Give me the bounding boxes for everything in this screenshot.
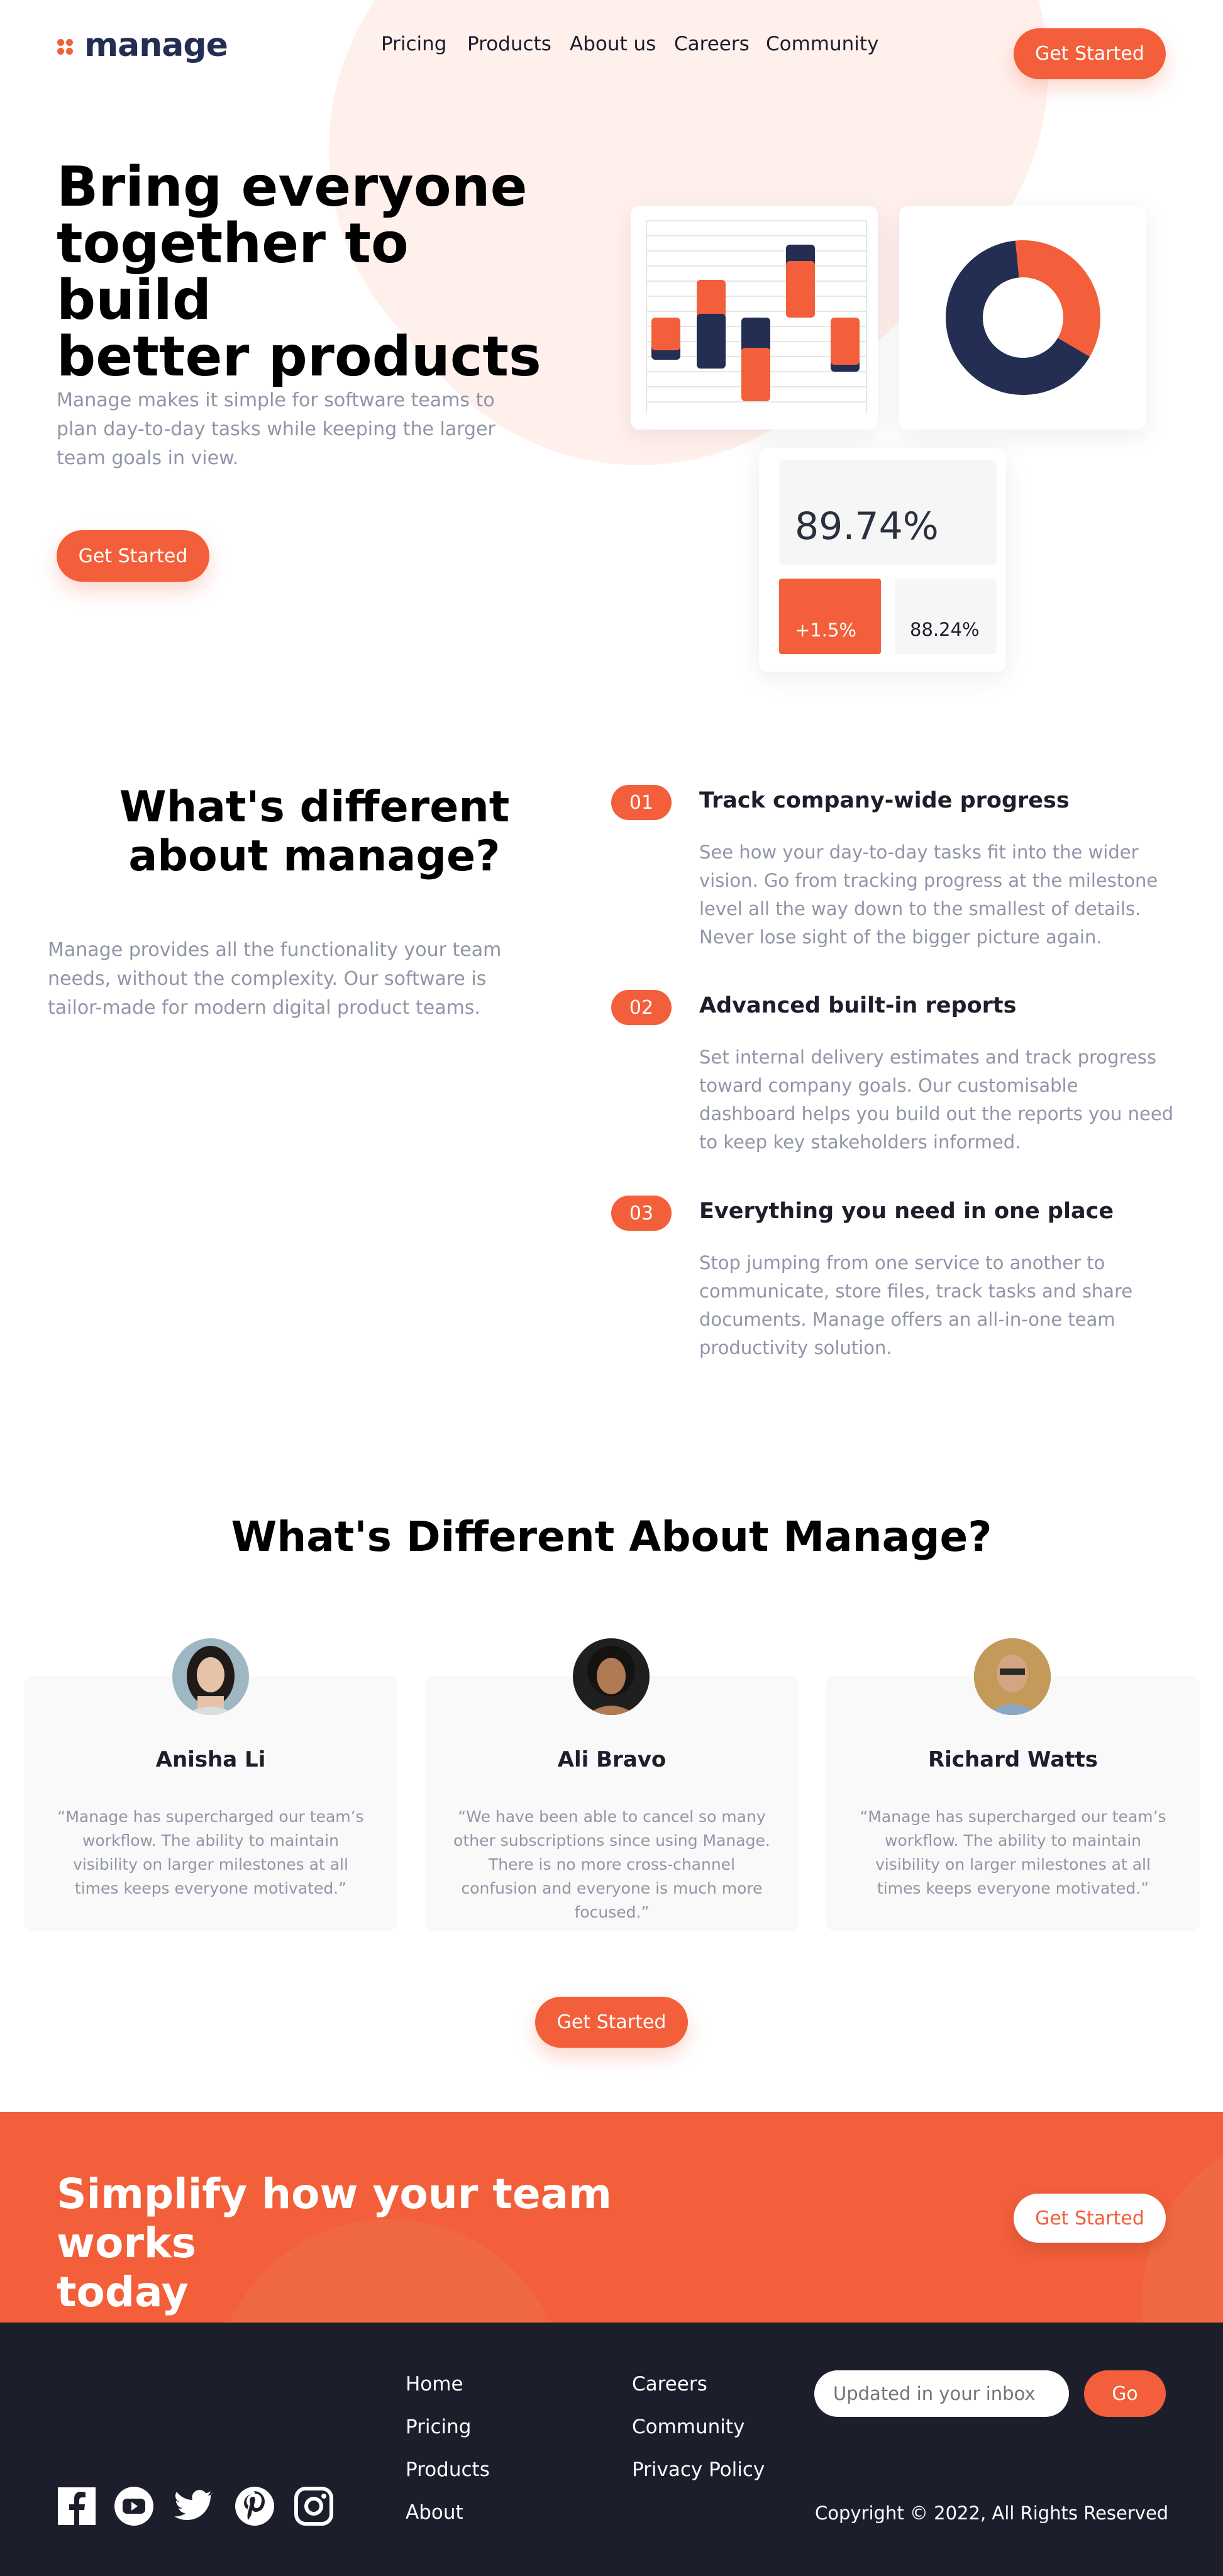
testimonial-name: Anisha Li: [155, 1747, 266, 1772]
stat-change-value: +1.5%: [795, 619, 856, 641]
nav-item-careers[interactable]: Careers: [674, 33, 750, 55]
stat-change-panel: +1.5%: [779, 579, 881, 654]
logo[interactable]: manage: [57, 26, 239, 70]
feature-title-2: Advanced built-in reports: [699, 993, 1017, 1018]
cta-get-started-button[interactable]: Get Started: [1014, 2194, 1166, 2243]
bar-3-orange: [741, 348, 770, 401]
hero-donut-card: [899, 206, 1146, 430]
hero-stat-card: 89.74% +1.5% 88.24%: [759, 448, 1006, 672]
hero-title: Bring everyone together to build better …: [57, 155, 541, 389]
stat-secondary-panel: 88.24%: [895, 579, 997, 654]
copyright-text: Copyright © 2022, All Rights Reserved: [815, 2502, 1169, 2524]
different-title: What's different about manage?: [119, 782, 510, 881]
youtube-icon[interactable]: [114, 2486, 154, 2526]
hero-bar-chart-card: [631, 206, 878, 430]
nav-item-community[interactable]: Community: [766, 33, 878, 55]
footer-link-privacy-policy[interactable]: Privacy Policy: [632, 2458, 765, 2481]
different-text: Manage provides all the functionality yo…: [48, 939, 502, 1019]
nav-item-pricing[interactable]: Pricing: [381, 33, 447, 55]
bar-2-orange: [697, 280, 726, 319]
avatar-richard-watts: [974, 1638, 1051, 1715]
feature-desc-1: See how your day-to-day tasks fit into t…: [699, 841, 1158, 948]
pinterest-icon[interactable]: [235, 2486, 275, 2526]
stat-secondary-value: 88.24%: [910, 619, 980, 640]
stat-main-value: 89.74%: [795, 504, 939, 548]
footer: Home Pricing Products About Careers Comm…: [0, 2323, 1223, 2576]
logo-text: manage: [84, 26, 228, 64]
testimonial-quote: “Manage has supercharged our team’s work…: [57, 1807, 364, 1897]
footer-link-pricing[interactable]: Pricing: [406, 2416, 472, 2438]
bar-2-navy: [697, 314, 726, 369]
feature-title-1: Track company-wide progress: [699, 788, 1070, 813]
footer-link-home[interactable]: Home: [406, 2373, 463, 2396]
testimonials-get-started-button[interactable]: Get Started: [535, 1997, 688, 2048]
stat-main-panel: 89.74%: [779, 460, 997, 565]
hero-get-started-button[interactable]: Get Started: [57, 530, 209, 582]
footer-link-community[interactable]: Community: [632, 2416, 744, 2438]
hero-subtitle: Manage makes it simple for software team…: [57, 389, 495, 469]
twitter-icon[interactable]: [173, 2486, 213, 2526]
feature-title-3: Everything you need in one place: [699, 1199, 1114, 1224]
instagram-icon[interactable]: [294, 2486, 334, 2526]
bar-1-orange: [651, 318, 680, 350]
testimonial-name: Ali Bravo: [557, 1747, 667, 1772]
newsletter-email-input[interactable]: [814, 2370, 1069, 2417]
avatar-anisha-li: [172, 1638, 249, 1715]
feature-desc-2: Set internal delivery estimates and trac…: [699, 1046, 1174, 1153]
testimonial-name: Richard Watts: [927, 1747, 1098, 1772]
nav-item-products[interactable]: Products: [467, 33, 551, 55]
feature-number-01: 01: [611, 785, 672, 820]
newsletter-go-button[interactable]: Go: [1084, 2370, 1166, 2417]
bar-4-orange: [786, 261, 815, 318]
footer-link-products[interactable]: Products: [406, 2458, 490, 2481]
bar-3-navy: [741, 318, 770, 353]
hero-donut-chart: [946, 240, 1100, 395]
nav-item-about-us[interactable]: About us: [570, 33, 656, 55]
feature-desc-3: Stop jumping from one service to another…: [699, 1252, 1133, 1358]
footer-link-about[interactable]: About: [406, 2501, 463, 2524]
cta-band: Simplify how your team works today Get S…: [0, 2112, 1223, 2323]
footer-link-careers[interactable]: Careers: [632, 2373, 707, 2396]
cta-title: Simplify how your team works today: [57, 2170, 612, 2316]
feature-number-02: 02: [611, 990, 672, 1025]
testimonial-quote: “Manage has supercharged our team’s work…: [860, 1807, 1166, 1897]
feature-number-03: 03: [611, 1196, 672, 1231]
header-get-started-button[interactable]: Get Started: [1014, 28, 1166, 79]
testimonials-title: What's Different About Manage?: [231, 1513, 992, 1561]
bar-5-orange: [831, 318, 860, 365]
facebook-icon[interactable]: [57, 2486, 97, 2526]
avatar-ali-bravo: [573, 1638, 650, 1715]
hero-bar-chart: [646, 220, 867, 413]
testimonial-quote: “We have been able to cancel so many oth…: [453, 1807, 770, 1921]
